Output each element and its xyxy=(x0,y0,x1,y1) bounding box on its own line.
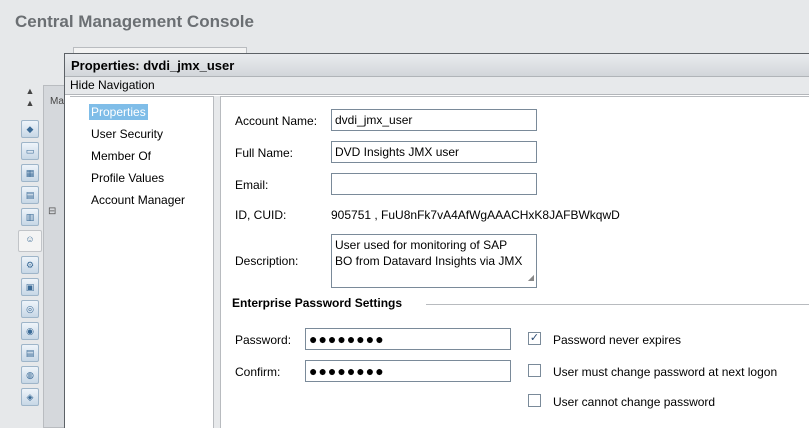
confirm-label: Confirm: xyxy=(235,365,281,379)
app-title: Central Management Console xyxy=(15,12,254,31)
network-icon[interactable]: ◉ xyxy=(21,322,39,340)
scroll-up-icon-2[interactable]: ▲ xyxy=(22,98,38,108)
password-input[interactable] xyxy=(305,328,511,350)
description-line-2: BO from Datavard Insights via JMX xyxy=(335,254,523,268)
account-name-input[interactable] xyxy=(331,109,537,131)
left-toolbar: ▲ ▲ ◆ ▭ ▦ ▤ ▥ ☺ ⚙ ▣ ◎ ◉ ▤ ◍ ◈ xyxy=(17,86,43,428)
cylinder-icon[interactable]: ◍ xyxy=(21,366,39,384)
collapse-icon[interactable]: ⊟ xyxy=(48,206,56,217)
full-name-input[interactable] xyxy=(331,141,537,163)
nav-item-member-of[interactable]: Member Of xyxy=(91,149,151,163)
nav-item-user-security[interactable]: User Security xyxy=(91,127,163,141)
server-icon[interactable]: ▣ xyxy=(21,278,39,296)
document-icon[interactable]: ▤ xyxy=(21,186,39,204)
report-icon[interactable]: ▥ xyxy=(21,208,39,226)
database-icon[interactable]: ◎ xyxy=(21,300,39,318)
must-change-password-label: User must change password at next logon xyxy=(553,365,778,379)
properties-form: Account Name: Full Name: Email: ID, CUID… xyxy=(220,96,809,428)
description-label: Description: xyxy=(235,254,299,268)
description-textarea[interactable]: User used for monitoring of SAP BO from … xyxy=(331,234,537,288)
resize-grip-icon[interactable]: ◢ xyxy=(528,270,534,286)
email-input[interactable] xyxy=(331,173,537,195)
navigation-panel: Properties User Security Member Of Profi… xyxy=(70,96,214,428)
properties-dialog: Properties: dvdi_jmx_user Hide Navigatio… xyxy=(64,53,809,428)
id-cuid-value: 905751 , FuU8nFk7vA4AfWgAAACHxK8JAFBWkqw… xyxy=(331,208,620,222)
audit-icon[interactable]: ◈ xyxy=(21,388,39,406)
users-groups-icon[interactable]: ☺ xyxy=(18,230,42,252)
scroll-up-icon[interactable]: ▲ xyxy=(22,86,38,96)
nav-item-account-manager[interactable]: Account Manager xyxy=(91,193,185,207)
background-tab-label: Ma xyxy=(50,96,64,107)
must-change-password-checkbox[interactable] xyxy=(528,364,541,377)
settings-icon[interactable]: ⚙ xyxy=(21,256,39,274)
dialog-title: Properties: dvdi_jmx_user xyxy=(65,54,809,77)
description-line-1: User used for monitoring of SAP xyxy=(335,238,508,252)
password-label: Password: xyxy=(235,333,292,347)
password-never-expires-checkbox[interactable]: ✓ xyxy=(528,332,541,345)
email-label: Email: xyxy=(235,178,269,192)
background-tabstrip xyxy=(43,85,65,428)
section-divider xyxy=(426,304,809,305)
hide-navigation-button[interactable]: Hide Navigation xyxy=(65,77,809,95)
folder-icon[interactable]: ▭ xyxy=(21,142,39,160)
tree-icon[interactable]: ◆ xyxy=(21,120,39,138)
cannot-change-password-label: User cannot change password xyxy=(553,395,716,409)
password-never-expires-label: Password never expires xyxy=(553,333,682,347)
storage-icon[interactable]: ▤ xyxy=(21,344,39,362)
nav-item-profile-values[interactable]: Profile Values xyxy=(91,171,164,185)
confirm-input[interactable] xyxy=(305,360,511,382)
full-name-label: Full Name: xyxy=(235,146,294,160)
id-cuid-label: ID, CUID: xyxy=(235,208,287,222)
cannot-change-password-checkbox[interactable] xyxy=(528,394,541,407)
password-section-title: Enterprise Password Settings xyxy=(232,296,407,310)
calendar-icon[interactable]: ▦ xyxy=(21,164,39,182)
account-name-label: Account Name: xyxy=(235,114,318,128)
nav-item-properties[interactable]: Properties xyxy=(89,104,148,120)
